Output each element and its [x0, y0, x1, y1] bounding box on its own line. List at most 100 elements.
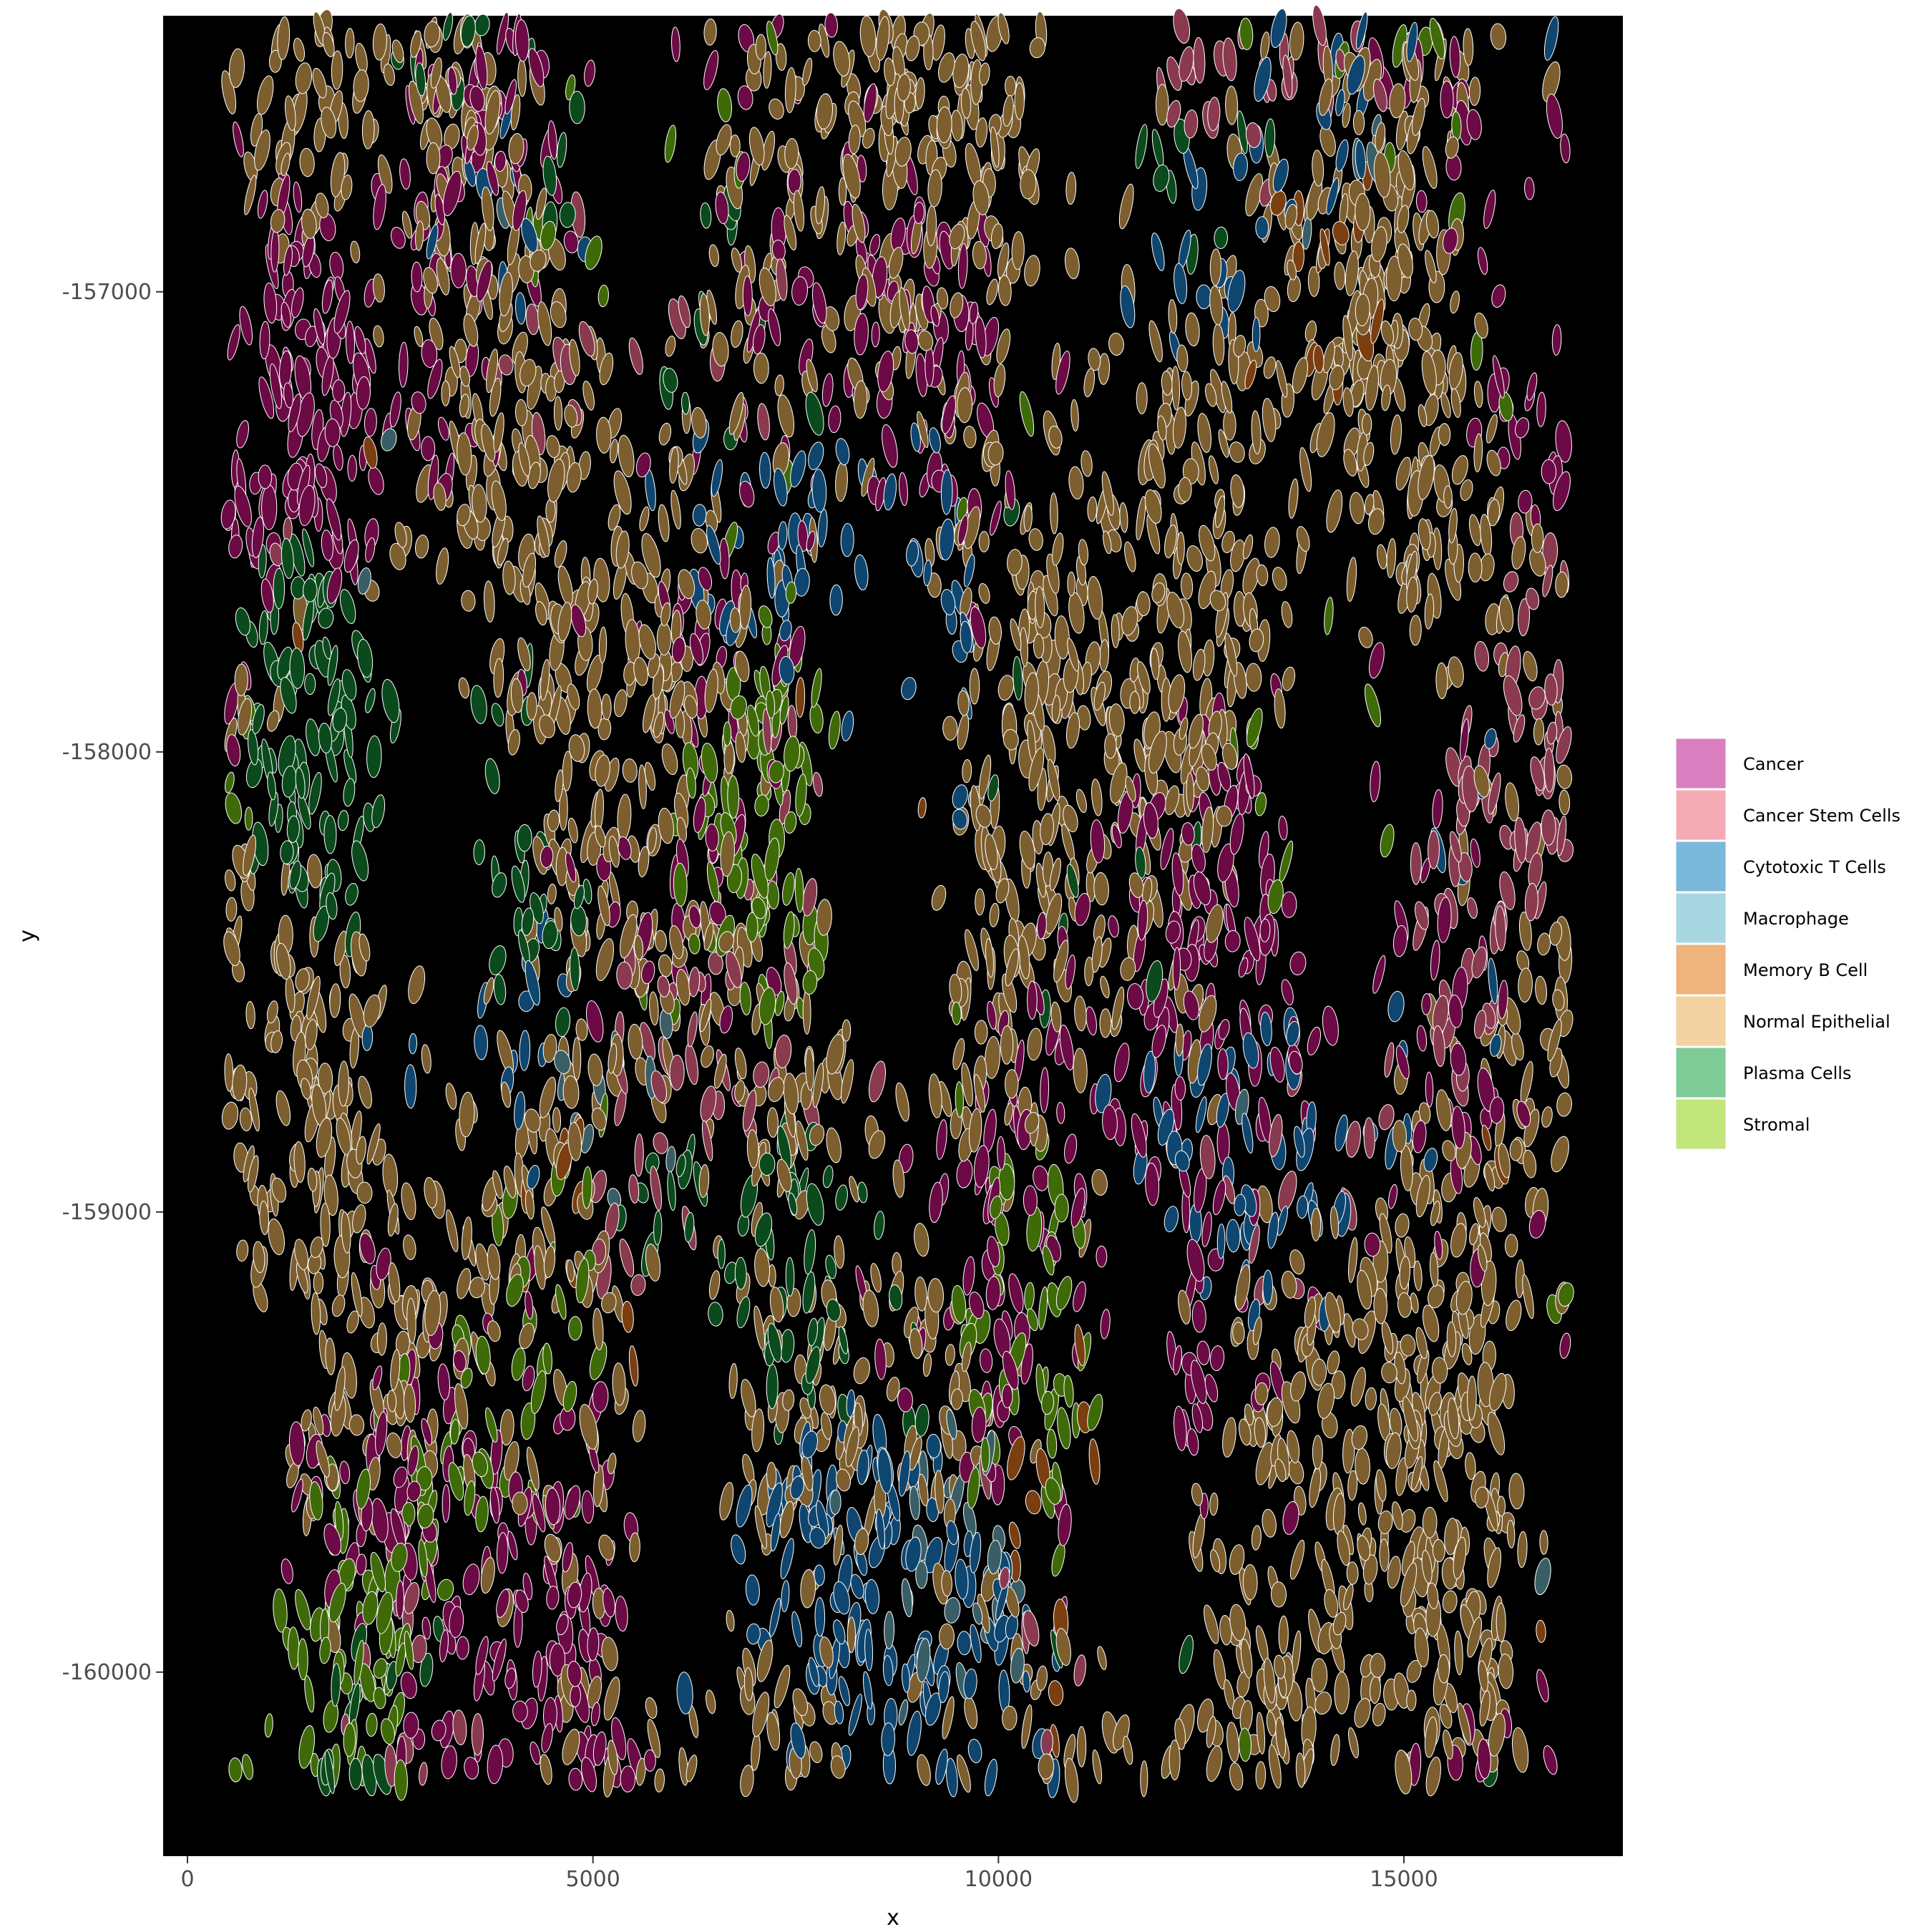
cell-cancer	[347, 454, 357, 482]
cell-normal-epithelial	[847, 1616, 857, 1654]
x-tick-label: 5000	[565, 1867, 620, 1892]
cell-stromal	[951, 1001, 962, 1025]
cell-normal-epithelial	[1002, 1705, 1018, 1731]
cell-stromal	[727, 775, 740, 819]
cell-cytotoxic-t-cells	[840, 523, 854, 557]
legend-label: Plasma Cells	[1743, 1063, 1851, 1083]
cell-normal-epithelial	[1392, 1120, 1407, 1153]
cell-normal-epithelial	[841, 1019, 852, 1042]
cell-normal-epithelial	[1311, 1658, 1328, 1692]
x-axis-title: x	[887, 1906, 899, 1931]
cell-normal-epithelial	[807, 29, 821, 52]
cell-normal-epithelial	[1312, 1358, 1327, 1386]
cell-normal-epithelial	[1020, 169, 1037, 200]
cell-normal-epithelial	[1468, 552, 1483, 582]
y-tick-label: -159000	[62, 1200, 152, 1225]
cell-normal-epithelial	[629, 1532, 640, 1563]
cell-normal-epithelial	[1438, 423, 1451, 447]
cell-normal-epithelial	[441, 380, 451, 406]
legend-label: Stromal	[1743, 1115, 1810, 1135]
legend-key-plasma-cells	[1675, 1047, 1727, 1098]
cell-cancer	[1023, 1185, 1038, 1216]
cell-cancer	[456, 1636, 469, 1660]
legend-label: Cytotoxic T Cells	[1743, 857, 1886, 877]
cell-plasma-cells	[785, 1257, 795, 1297]
cell-normal-epithelial	[1225, 85, 1239, 125]
cell-stromal	[723, 721, 732, 746]
y-tick-label: -158000	[62, 740, 152, 765]
cell-normal-epithelial	[1362, 413, 1372, 436]
cell-normal-epithelial	[1435, 662, 1448, 699]
cell-cancer	[1541, 459, 1557, 484]
cell-cancer	[324, 418, 341, 447]
y-axis-title: y	[15, 930, 40, 942]
cell-cancer	[261, 484, 278, 530]
cell-normal-epithelial	[939, 1623, 955, 1650]
cell-cytotoxic-t-cells	[814, 1597, 826, 1637]
legend-key-macrophage	[1675, 892, 1727, 944]
cell-cancer	[421, 436, 436, 462]
cell-plasma-cells	[273, 567, 286, 610]
cell-normal-epithelial	[1406, 1689, 1417, 1712]
cell-cancer	[1174, 1076, 1186, 1101]
cell-cancer	[742, 275, 753, 316]
y-axis: -157000 -158000 -159000 -160000	[62, 280, 163, 1685]
cell-normal-epithelial	[755, 34, 767, 60]
cell-normal-epithelial	[1169, 1740, 1181, 1780]
cell-normal-epithelial	[1278, 1615, 1289, 1654]
cell-cancer	[450, 253, 467, 288]
cell-normal-epithelial	[1033, 633, 1045, 659]
cell-stromal	[1054, 1194, 1069, 1223]
cell-plasma-cells	[348, 1757, 363, 1790]
cell-normal-epithelial	[974, 1020, 988, 1045]
cell-normal-epithelial	[545, 499, 556, 523]
cell-normal-epithelial	[975, 888, 985, 916]
cell-cancer-stem-cells	[1541, 809, 1556, 846]
cell-normal-epithelial	[753, 352, 769, 384]
cell-plasma-cells	[766, 1364, 779, 1410]
x-tick-label: 15000	[1370, 1867, 1438, 1892]
cell-cancer	[924, 346, 935, 387]
cell-cancer-stem-cells	[471, 1713, 484, 1756]
cell-plasma-cells	[734, 1257, 747, 1290]
cell-plasma-cells	[304, 673, 316, 696]
cell-normal-epithelial	[1504, 1234, 1518, 1257]
cell-normal-epithelial	[1067, 571, 1076, 597]
cell-normal-epithelial	[572, 1037, 582, 1080]
cell-cancer	[403, 1712, 419, 1739]
cell-normal-epithelial	[1099, 1008, 1112, 1038]
cell-normal-epithelial	[1014, 82, 1025, 120]
cell-cancer	[1001, 1384, 1013, 1408]
cell-normal-epithelial	[802, 989, 811, 1035]
cell-normal-epithelial	[1209, 248, 1222, 286]
cell-normal-epithelial	[1370, 1653, 1386, 1678]
cell-normal-epithelial	[1136, 382, 1148, 414]
cell-cancer-stem-cells	[1428, 830, 1440, 869]
legend-key-stromal	[1675, 1098, 1727, 1150]
cell-normal-epithelial	[526, 692, 537, 721]
cell-normal-epithelial	[1242, 1564, 1258, 1601]
cell-normal-epithelial	[376, 1322, 387, 1356]
cell-cancer	[411, 261, 423, 293]
cell-normal-epithelial	[1409, 615, 1422, 646]
cell-normal-epithelial	[1005, 1069, 1019, 1099]
cell-normal-epithelial	[1005, 76, 1017, 97]
cell-normal-epithelial	[656, 622, 672, 655]
cell-normal-epithelial	[345, 28, 355, 59]
legend-label: Macrophage	[1743, 909, 1849, 929]
cell-cancer	[258, 464, 273, 489]
legend-label: Cancer Stem Cells	[1743, 806, 1901, 826]
cell-cancer	[568, 1767, 583, 1791]
cell-normal-epithelial	[1346, 1561, 1359, 1585]
cell-plasma-cells	[517, 824, 532, 852]
legend-key-cancer	[1675, 738, 1727, 789]
cell-normal-epithelial	[1443, 485, 1453, 509]
legend: Cancer Cancer Stem Cells Cytotoxic T Cells…	[1675, 738, 1901, 1150]
cell-cytotoxic-t-cells	[1262, 1269, 1274, 1305]
cell-normal-epithelial	[1438, 1654, 1450, 1684]
cell-cytotoxic-t-cells	[1196, 284, 1212, 310]
cell-normal-epithelial	[1104, 733, 1117, 759]
cell-macrophage	[884, 1611, 895, 1649]
cell-normal-epithelial	[553, 396, 563, 431]
cell-normal-epithelial	[1539, 1530, 1548, 1555]
